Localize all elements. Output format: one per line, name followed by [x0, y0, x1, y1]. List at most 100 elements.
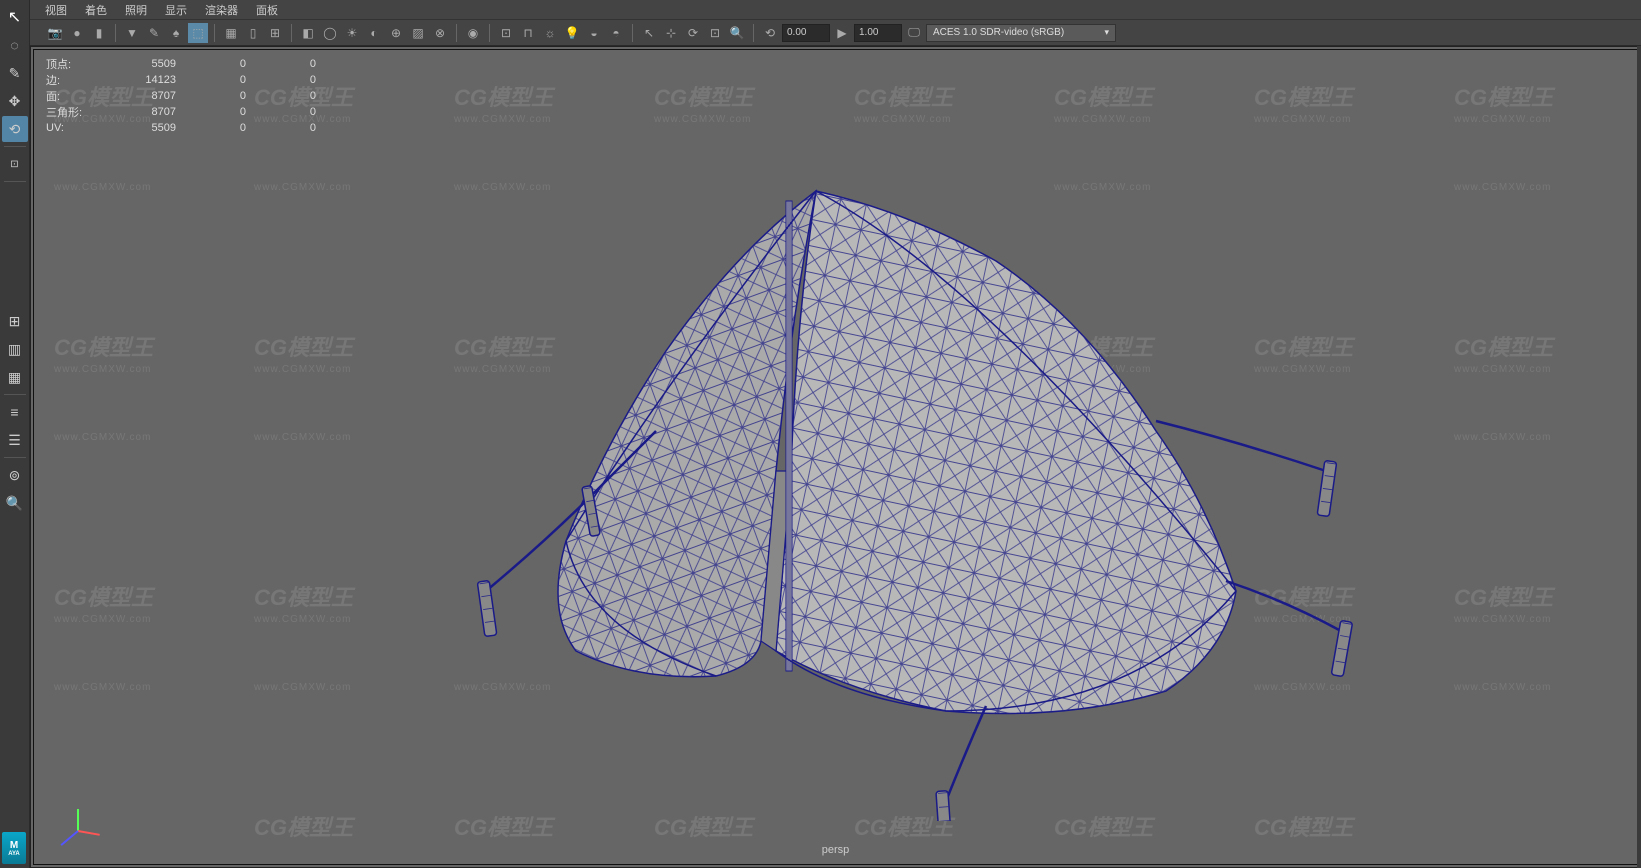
hud-uv-v1: 5509	[106, 122, 176, 134]
badge-m: M	[10, 840, 18, 851]
hud-tris-label: 三角形:	[46, 104, 106, 120]
spot-icon[interactable]: ◒	[584, 23, 604, 43]
texture-icon[interactable]: ▨	[408, 23, 428, 43]
divider	[4, 457, 26, 458]
left-toolbar: ↖ ◌ ✎ ✥ ⟲ ⊡ ⊞ ▥ ▦ ≡ ☰ ⊚ 🔍 M AYA	[0, 0, 30, 868]
right-edge	[1637, 46, 1641, 868]
hud-verts-label: 顶点:	[46, 56, 106, 72]
list-icon[interactable]: ≡	[2, 399, 28, 425]
divider	[4, 146, 26, 147]
hud-faces-v3: 0	[246, 90, 316, 102]
divider	[115, 24, 116, 42]
brush-tool[interactable]: ✎	[2, 60, 28, 86]
menu-lighting[interactable]: 照明	[125, 2, 147, 18]
wireframe-icon[interactable]: ⬚	[188, 23, 208, 43]
hud-edges-label: 边:	[46, 72, 106, 88]
panel-icon[interactable]: ▥	[2, 336, 28, 362]
menu-view[interactable]: 视图	[45, 2, 67, 18]
scale-input[interactable]	[854, 24, 902, 42]
speed-input[interactable]	[782, 24, 830, 42]
refresh-icon[interactable]: ⟲	[760, 23, 780, 43]
hud-tris-v3: 0	[246, 106, 316, 118]
badge-aya: AYA	[8, 851, 20, 857]
sun-icon[interactable]: ☼	[540, 23, 560, 43]
mesh-icon[interactable]: ⊕	[386, 23, 406, 43]
grid-view-icon[interactable]: ▦	[221, 23, 241, 43]
hud-row: 面: 8707 0 0	[46, 88, 316, 104]
scale-manip-icon[interactable]: ⊡	[705, 23, 725, 43]
monitor-icon[interactable]: 🖵	[904, 23, 924, 43]
search-icon[interactable]: 🔍	[2, 490, 28, 516]
record-icon[interactable]: ●	[67, 23, 87, 43]
menu-panels[interactable]: 面板	[256, 2, 278, 18]
bookmark-icon[interactable]: ▮	[89, 23, 109, 43]
move-manip-icon[interactable]: ⊹	[661, 23, 681, 43]
toolbar: 📷 ● ▮ ▼ ✎ ♠ ⬚ ▦ ▯ ⊞ ◧ ◯ ☀ ◐ ⊕ ▨ ⊗ ◉ ⊡ ⊓ …	[0, 20, 1641, 46]
light-icon[interactable]: ☀	[342, 23, 362, 43]
hud-verts-v2: 0	[176, 58, 246, 70]
hud-tris-v2: 0	[176, 106, 246, 118]
hud-verts-v3: 0	[246, 58, 316, 70]
snap-icon[interactable]: ⊡	[496, 23, 516, 43]
hud-faces-label: 面:	[46, 88, 106, 104]
scale-tool[interactable]: ⊡	[2, 151, 28, 177]
hud-row: UV: 5509 0 0	[46, 120, 316, 136]
tent-model	[286, 121, 1386, 821]
play-icon[interactable]: ▶	[832, 23, 852, 43]
rotate-tool[interactable]: ⟲	[2, 116, 28, 142]
colorspace-value: ACES 1.0 SDR-video (sRGB)	[933, 27, 1064, 38]
lasso-tool[interactable]: ◌	[2, 32, 28, 58]
hud-stats: 顶点: 5509 0 0 边: 14123 0 0 面: 8707 0 0 三角…	[46, 56, 316, 136]
camera-label: persp	[822, 844, 850, 856]
fill-icon[interactable]: ♠	[166, 23, 186, 43]
viewport-inner: 顶点: 5509 0 0 边: 14123 0 0 面: 8707 0 0 三角…	[33, 49, 1638, 865]
shading-icon[interactable]: ◓	[606, 23, 626, 43]
sphere-icon[interactable]: ◯	[320, 23, 340, 43]
colorspace-dropdown[interactable]: ACES 1.0 SDR-video (sRGB)	[926, 24, 1116, 42]
menu-show[interactable]: 显示	[165, 2, 187, 18]
panel-quad-icon[interactable]: ⊞	[265, 23, 285, 43]
viewport[interactable]: 顶点: 5509 0 0 边: 14123 0 0 面: 8707 0 0 三角…	[30, 46, 1641, 868]
panel-split-icon[interactable]: ▯	[243, 23, 263, 43]
select-tool[interactable]: ↖	[2, 4, 28, 30]
hud-tris-v1: 8707	[106, 106, 176, 118]
hud-edges-v3: 0	[246, 74, 316, 86]
axis-x	[78, 830, 100, 836]
rotate-manip-icon[interactable]: ⟳	[683, 23, 703, 43]
hud-uv-v2: 0	[176, 122, 246, 134]
divider	[214, 24, 215, 42]
settings-icon[interactable]: ⊚	[2, 462, 28, 488]
menu-renderer[interactable]: 渲染器	[205, 2, 238, 18]
hud-row: 边: 14123 0 0	[46, 72, 316, 88]
zoom-icon[interactable]: 🔍	[727, 23, 747, 43]
brush-icon[interactable]: ✎	[144, 23, 164, 43]
hud-faces-v1: 8707	[106, 90, 176, 102]
divider	[291, 24, 292, 42]
layout-icon[interactable]: ▦	[2, 364, 28, 390]
grid-icon[interactable]: ⊞	[2, 308, 28, 334]
hud-uv-label: UV:	[46, 122, 106, 134]
xray-icon[interactable]: ⊗	[430, 23, 450, 43]
maya-badge: M AYA	[2, 832, 26, 864]
divider	[489, 24, 490, 42]
magnet-icon[interactable]: ⊓	[518, 23, 538, 43]
hud-row: 三角形: 8707 0 0	[46, 104, 316, 120]
divider	[456, 24, 457, 42]
bulb-icon[interactable]: 💡	[562, 23, 582, 43]
hud-edges-v1: 14123	[106, 74, 176, 86]
pointer-icon[interactable]: ↖	[639, 23, 659, 43]
hud-faces-v2: 0	[176, 90, 246, 102]
hud-edges-v2: 0	[176, 74, 246, 86]
divider	[632, 24, 633, 42]
cube-icon[interactable]: ◧	[298, 23, 318, 43]
axis-y	[77, 809, 79, 831]
isolate-icon[interactable]: ◉	[463, 23, 483, 43]
pick-icon[interactable]: ▼	[122, 23, 142, 43]
menu-bar: 视图 着色 照明 显示 渲染器 面板	[0, 0, 1641, 20]
menu-shading[interactable]: 着色	[85, 2, 107, 18]
divider	[753, 24, 754, 42]
camera-icon[interactable]: 📷	[45, 23, 65, 43]
options-icon[interactable]: ☰	[2, 427, 28, 453]
shadow-icon[interactable]: ◐	[364, 23, 384, 43]
move-tool[interactable]: ✥	[2, 88, 28, 114]
